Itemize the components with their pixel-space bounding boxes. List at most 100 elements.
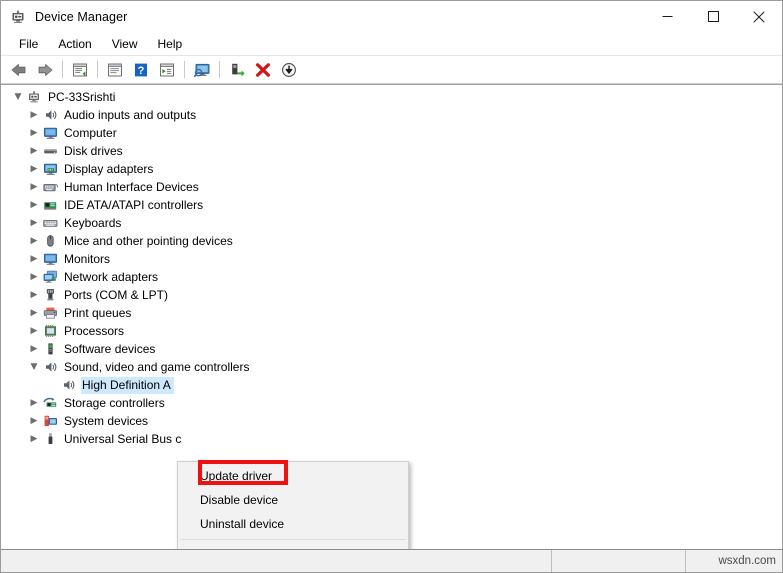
context-menu-disable-device[interactable]: Disable device bbox=[178, 488, 408, 512]
chevron-right-icon[interactable]: ▶ bbox=[26, 286, 42, 304]
close-button[interactable] bbox=[736, 1, 782, 32]
forward-button[interactable] bbox=[33, 58, 57, 81]
chevron-right-icon[interactable]: ▶ bbox=[26, 232, 42, 250]
svg-text:?: ? bbox=[138, 65, 145, 77]
tree-item-label: Disk drives bbox=[64, 143, 123, 158]
tree-item-disk-drives[interactable]: ▶ Disk drives bbox=[1, 142, 782, 160]
context-menu-uninstall-device[interactable]: Uninstall device bbox=[178, 512, 408, 536]
tree-item-software-devices[interactable]: ▶ Software devices bbox=[1, 340, 782, 358]
display-adapter-icon bbox=[42, 161, 60, 177]
menu-file[interactable]: File bbox=[9, 35, 48, 53]
chevron-right-icon[interactable]: ▶ bbox=[26, 394, 42, 412]
back-button[interactable] bbox=[7, 58, 31, 81]
context-menu-scan-for-hardware-changes[interactable]: Scan for hardware changes bbox=[178, 543, 408, 549]
tree-item-keyboards[interactable]: ▶ Keyboards bbox=[1, 214, 782, 232]
tree-root-label: PC-33Srishti bbox=[48, 89, 116, 104]
chevron-right-icon[interactable]: ▶ bbox=[26, 106, 42, 124]
chevron-right-icon[interactable]: ▶ bbox=[26, 304, 42, 322]
port-icon bbox=[42, 287, 60, 303]
software-device-icon bbox=[42, 341, 60, 357]
help-button[interactable]: ? bbox=[129, 58, 153, 81]
enable-device-button[interactable] bbox=[277, 58, 301, 81]
tree-item-label: Mice and other pointing devices bbox=[64, 233, 233, 248]
usb-icon bbox=[42, 431, 60, 447]
tree-item-display-adapters[interactable]: ▶ Display adapters bbox=[1, 160, 782, 178]
menu-action[interactable]: Action bbox=[48, 35, 101, 53]
tree-item-storage-controllers[interactable]: ▶ Storage controllers bbox=[1, 394, 782, 412]
tree-item-sound-video-and-game-controllers[interactable]: ▼ Sound, video and game controllers bbox=[1, 358, 782, 376]
tree-indent-spacer: ▶ bbox=[44, 376, 60, 394]
chevron-down-icon[interactable]: ▼ bbox=[10, 88, 26, 106]
tree-item-label: Print queues bbox=[64, 305, 132, 320]
chevron-right-icon[interactable]: ▶ bbox=[26, 196, 42, 214]
tree-item-human-interface-devices[interactable]: ▶ Human Interface Devices bbox=[1, 178, 782, 196]
tree-item-ide-ata-atapi-controllers[interactable]: ▶ IDE ATA/ATAPI controllers bbox=[1, 196, 782, 214]
tree-item-audio-inputs-and-outputs[interactable]: ▶ Audio inputs and outputs bbox=[1, 106, 782, 124]
tree-item-label: Sound, video and game controllers bbox=[64, 359, 250, 374]
title-bar: Device Manager bbox=[1, 1, 782, 32]
tree-item-universal-serial-bus-controllers[interactable]: ▶ Universal Serial Bus c bbox=[1, 430, 782, 448]
tree-item-label: Software devices bbox=[64, 341, 156, 356]
chevron-right-icon[interactable]: ▶ bbox=[26, 124, 42, 142]
tree-item-label: Network adapters bbox=[64, 269, 159, 284]
context-menu-separator-1 bbox=[180, 539, 406, 540]
device-manager-icon bbox=[10, 9, 26, 25]
chevron-down-icon[interactable]: ▼ bbox=[26, 358, 42, 376]
tree-item-network-adapters[interactable]: ▶ Network adapters bbox=[1, 268, 782, 286]
menu-bar: File Action View Help bbox=[1, 32, 782, 56]
separator-1 bbox=[62, 61, 63, 78]
chevron-right-icon[interactable]: ▶ bbox=[26, 250, 42, 268]
tree-item-label: Storage controllers bbox=[64, 395, 165, 410]
tree-item-high-definition-audio-device[interactable]: ▶ High Definition A bbox=[1, 376, 782, 394]
menu-view[interactable]: View bbox=[102, 35, 148, 53]
chevron-right-icon[interactable]: ▶ bbox=[26, 268, 42, 286]
tree-item-print-queues[interactable]: ▶ Print queues bbox=[1, 304, 782, 322]
menu-help[interactable]: Help bbox=[148, 35, 193, 53]
properties-button[interactable] bbox=[103, 58, 127, 81]
maximize-button[interactable] bbox=[690, 1, 736, 32]
tree-item-computer[interactable]: ▶ Computer bbox=[1, 124, 782, 142]
chevron-right-icon[interactable]: ▶ bbox=[26, 214, 42, 232]
keyboard-icon bbox=[42, 215, 60, 231]
update-driver-button[interactable] bbox=[155, 58, 179, 81]
chevron-right-icon[interactable]: ▶ bbox=[26, 322, 42, 340]
disable-device-button[interactable] bbox=[251, 58, 275, 81]
tree-item-ports-com-lpt[interactable]: ▶ Ports (COM & LPT) bbox=[1, 286, 782, 304]
toolbar: ? bbox=[1, 56, 782, 84]
tree-item-monitors[interactable]: ▶ Monitors bbox=[1, 250, 782, 268]
context-menu-update-driver[interactable]: Update driver bbox=[178, 464, 408, 488]
tree-item-label: System devices bbox=[64, 413, 149, 428]
monitor-icon bbox=[42, 125, 60, 141]
tree-item-label: Monitors bbox=[64, 251, 111, 266]
status-bar-main-panel bbox=[1, 550, 552, 572]
speaker-icon bbox=[42, 107, 60, 123]
hid-icon bbox=[42, 179, 60, 195]
chevron-right-icon[interactable]: ▶ bbox=[26, 412, 42, 430]
chevron-right-icon[interactable]: ▶ bbox=[26, 430, 42, 448]
tree-item-label: Audio inputs and outputs bbox=[64, 107, 197, 122]
printer-icon bbox=[42, 305, 60, 321]
chevron-right-icon[interactable]: ▶ bbox=[26, 340, 42, 358]
chevron-right-icon[interactable]: ▶ bbox=[26, 142, 42, 160]
processor-icon bbox=[42, 323, 60, 339]
separator-3 bbox=[184, 61, 185, 78]
tree-item-mice-and-other-pointing-devices[interactable]: ▶ Mice and other pointing devices bbox=[1, 232, 782, 250]
status-bar-middle-panel bbox=[552, 550, 686, 572]
uninstall-device-button[interactable] bbox=[225, 58, 249, 81]
scan-hardware-changes-button[interactable] bbox=[190, 58, 214, 81]
chevron-right-icon[interactable]: ▶ bbox=[26, 178, 42, 196]
separator-2 bbox=[97, 61, 98, 78]
device-manager-window: Device Manager File Action View Help ? ▼… bbox=[0, 0, 783, 573]
device-tree-panel[interactable]: ▼ PC-33Srishti ▶ Audio inputs and output… bbox=[1, 84, 782, 549]
monitor-icon bbox=[42, 251, 60, 267]
tree-item-processors[interactable]: ▶ Processors bbox=[1, 322, 782, 340]
tree-item-label: IDE ATA/ATAPI controllers bbox=[64, 197, 204, 212]
tree-item-system-devices[interactable]: ▶ System devices bbox=[1, 412, 782, 430]
tree-item-label: Universal Serial Bus c bbox=[64, 431, 182, 446]
minimize-button[interactable] bbox=[644, 1, 690, 32]
show-hidden-devices-button[interactable] bbox=[68, 58, 92, 81]
tree-root-pc[interactable]: ▼ PC-33Srishti bbox=[1, 88, 782, 106]
chevron-right-icon[interactable]: ▶ bbox=[26, 160, 42, 178]
network-adapter-icon bbox=[42, 269, 60, 285]
context-menu: Update driver Disable device Uninstall d… bbox=[177, 461, 409, 549]
